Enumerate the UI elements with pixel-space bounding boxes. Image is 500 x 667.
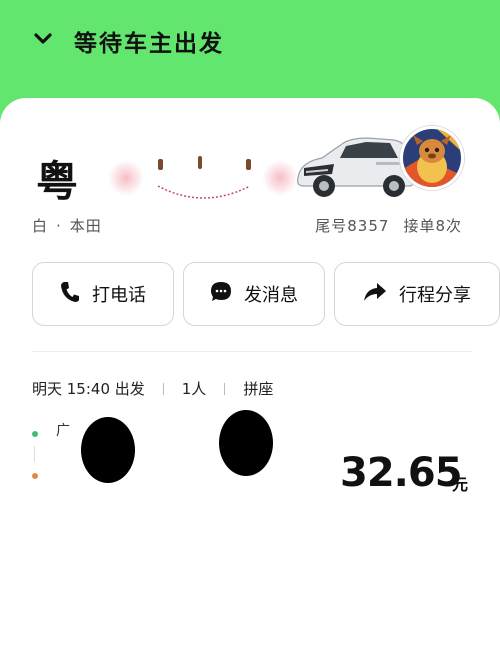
driver-avatar[interactable]	[400, 126, 464, 190]
plate-prefix: 粤	[36, 157, 79, 206]
share-arrow-icon	[363, 282, 387, 307]
separator-dot: ·	[56, 217, 62, 235]
driver-stats: 尾号8357 接单8次	[315, 215, 462, 236]
driver-card: 粤 白 · 本田 尾号8357 接单8次 打电话 发消息 行程分享 明天 15:…	[0, 98, 500, 667]
status-header: 等待车主出发	[0, 0, 500, 98]
route-line	[34, 446, 35, 462]
trip-price: 32.65	[340, 450, 463, 496]
share-label: 行程分享	[399, 285, 471, 306]
departure-time: 明天 15:40 出发	[32, 380, 145, 398]
order-count: 接单8次	[403, 217, 462, 235]
chat-bubble-icon	[210, 281, 232, 308]
license-plate: 粤	[36, 142, 321, 222]
car-image	[290, 128, 420, 208]
message-label: 发消息	[244, 285, 298, 306]
trip-share-button[interactable]: 行程分享	[334, 262, 500, 326]
trip-summary: 明天 15:40 出发 1人 拼座	[32, 378, 273, 399]
phone-icon	[60, 281, 80, 308]
start-address: 广	[56, 423, 70, 439]
chevron-down-icon[interactable]	[32, 28, 54, 50]
page-title: 等待车主出发	[74, 31, 224, 57]
start-point-dot	[32, 431, 38, 437]
price-unit: 元	[452, 475, 469, 494]
meta-separator	[162, 382, 164, 395]
call-label: 打电话	[92, 285, 146, 306]
privacy-sticker-face	[70, 398, 350, 568]
section-divider	[32, 351, 472, 352]
ride-type: 拼座	[243, 380, 274, 398]
privacy-sticker	[88, 142, 321, 222]
car-brand: 本田	[69, 217, 102, 235]
passenger-count: 1人	[181, 380, 207, 398]
plate-tail-number: 尾号8357	[315, 217, 390, 235]
end-point-dot	[32, 473, 38, 479]
meta-separator	[224, 382, 226, 395]
car-color: 白	[32, 217, 49, 235]
call-button[interactable]: 打电话	[32, 262, 174, 326]
message-button[interactable]: 发消息	[183, 262, 325, 326]
action-bar: 打电话 发消息 行程分享	[32, 262, 500, 328]
car-description: 白 · 本田	[32, 215, 102, 236]
